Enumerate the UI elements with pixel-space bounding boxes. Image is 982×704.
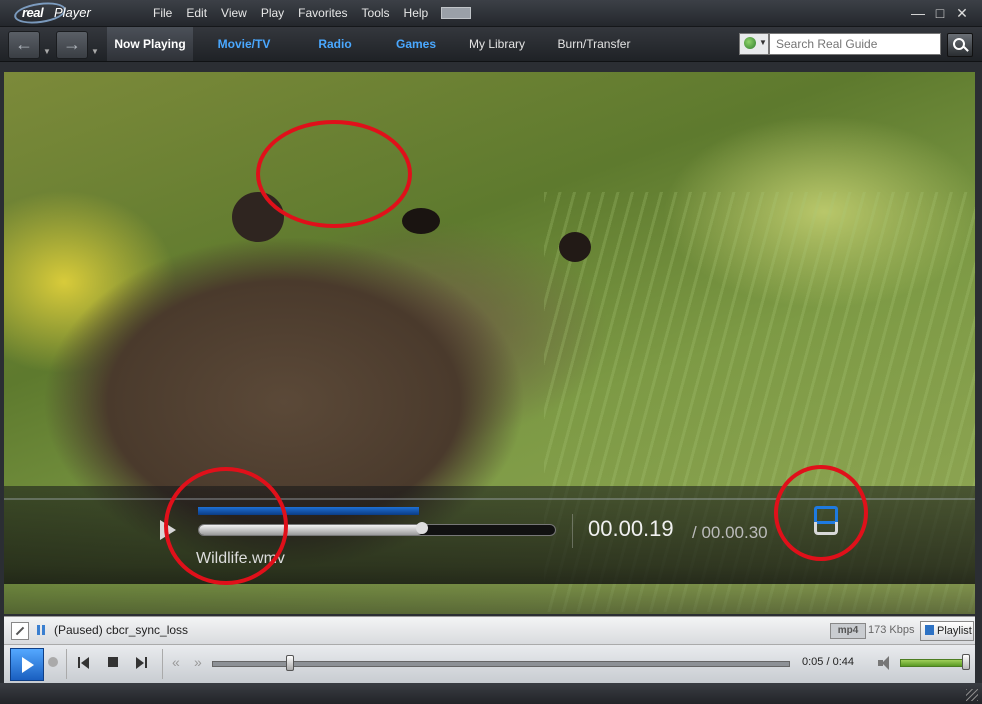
title-bar: real Player File Edit View Play Favorite… bbox=[0, 0, 982, 27]
rewind-button[interactable]: « bbox=[172, 654, 180, 670]
overlay-seek-thumb[interactable] bbox=[416, 522, 428, 534]
playlist-label: Playlist bbox=[937, 625, 972, 637]
tab-now-playing[interactable]: Now Playing bbox=[107, 27, 193, 61]
transport-separator bbox=[66, 649, 67, 679]
edit-clip-icon[interactable] bbox=[11, 622, 29, 640]
realplayer-logo: real Player bbox=[12, 0, 114, 27]
video-marmot-eye bbox=[402, 208, 440, 234]
status-message: (Paused) cbcr_sync_loss bbox=[54, 623, 189, 637]
seek-track[interactable] bbox=[212, 661, 790, 667]
position-time: 0:05 / 0:44 bbox=[802, 656, 854, 668]
search-button[interactable] bbox=[947, 33, 973, 57]
menu-help[interactable]: Help bbox=[397, 6, 436, 20]
tab-movie-tv[interactable]: Movie/TV bbox=[204, 27, 284, 61]
globe-icon bbox=[744, 37, 756, 49]
bottom-bar bbox=[0, 683, 982, 704]
tab-games[interactable]: Games bbox=[386, 27, 446, 61]
search-provider-button[interactable]: ▼ bbox=[739, 33, 769, 55]
next-button[interactable] bbox=[136, 657, 148, 669]
video-marmot-nose bbox=[559, 232, 591, 262]
overlay-current-time: 00.00.19 bbox=[588, 516, 674, 541]
annotation-circle-head bbox=[256, 120, 412, 228]
video-area[interactable]: 00.00.19 / 00.00.30 Wildlife.wmv bbox=[4, 72, 975, 614]
arrow-right-icon: → bbox=[63, 34, 81, 54]
chevron-down-icon: ▼ bbox=[759, 38, 767, 47]
nav-bar: ← ▼ → ▼ Now Playing Movie/TV Radio Games… bbox=[0, 27, 982, 62]
volume-track[interactable] bbox=[900, 659, 968, 667]
logo-real-text: real bbox=[22, 5, 44, 20]
menu-bar: File Edit View Play Favorites Tools Help bbox=[146, 0, 472, 26]
tab-my-library[interactable]: My Library bbox=[460, 27, 534, 61]
resize-grip-icon[interactable] bbox=[966, 689, 978, 701]
back-button[interactable]: ← bbox=[8, 31, 40, 59]
seek-thumb[interactable] bbox=[286, 655, 294, 671]
volume-icon[interactable] bbox=[878, 656, 892, 670]
menu-view[interactable]: View bbox=[214, 6, 254, 20]
maximize-button[interactable]: □ bbox=[930, 3, 950, 23]
status-bar: (Paused) cbcr_sync_loss mp4 173 Kbps Pla… bbox=[4, 616, 975, 644]
stop-button[interactable] bbox=[108, 657, 118, 667]
search-input[interactable] bbox=[769, 33, 941, 55]
bitrate-label: 173 Kbps bbox=[868, 624, 915, 636]
minimize-button[interactable]: — bbox=[908, 3, 928, 23]
back-dropdown-icon[interactable]: ▼ bbox=[43, 47, 51, 56]
record-icon[interactable] bbox=[48, 657, 58, 667]
menu-edit[interactable]: Edit bbox=[179, 6, 214, 20]
tab-radio[interactable]: Radio bbox=[306, 27, 364, 61]
mail-icon[interactable] bbox=[441, 7, 472, 19]
menu-tools[interactable]: Tools bbox=[355, 6, 397, 20]
forward-button[interactable]: → bbox=[56, 31, 88, 59]
transport-separator bbox=[162, 649, 163, 679]
playlist-button[interactable]: Playlist bbox=[920, 621, 974, 641]
arrow-left-icon: ← bbox=[15, 34, 33, 54]
menu-file[interactable]: File bbox=[146, 6, 179, 20]
paused-icon bbox=[37, 625, 45, 635]
annotation-circle-repeat bbox=[774, 465, 868, 561]
previous-button[interactable] bbox=[78, 657, 90, 669]
close-button[interactable]: ✕ bbox=[952, 3, 972, 23]
logo-player-text: Player bbox=[54, 5, 91, 20]
forward-dropdown-icon[interactable]: ▼ bbox=[91, 47, 99, 56]
format-badge: mp4 bbox=[830, 623, 866, 639]
search-box: ▼ bbox=[739, 33, 973, 57]
play-button[interactable] bbox=[10, 648, 44, 681]
menu-play[interactable]: Play bbox=[254, 6, 291, 20]
transport-bar: « » 0:05 / 0:44 bbox=[4, 644, 975, 683]
annotation-circle-play bbox=[164, 467, 288, 585]
fast-forward-button[interactable]: » bbox=[194, 654, 202, 670]
overlay-separator bbox=[572, 514, 573, 548]
volume-thumb[interactable] bbox=[962, 654, 970, 670]
overlay-total-time: / 00.00.30 bbox=[692, 523, 768, 542]
tab-burn-transfer[interactable]: Burn/Transfer bbox=[548, 27, 640, 61]
menu-favorites[interactable]: Favorites bbox=[291, 6, 354, 20]
playlist-icon bbox=[925, 625, 934, 635]
